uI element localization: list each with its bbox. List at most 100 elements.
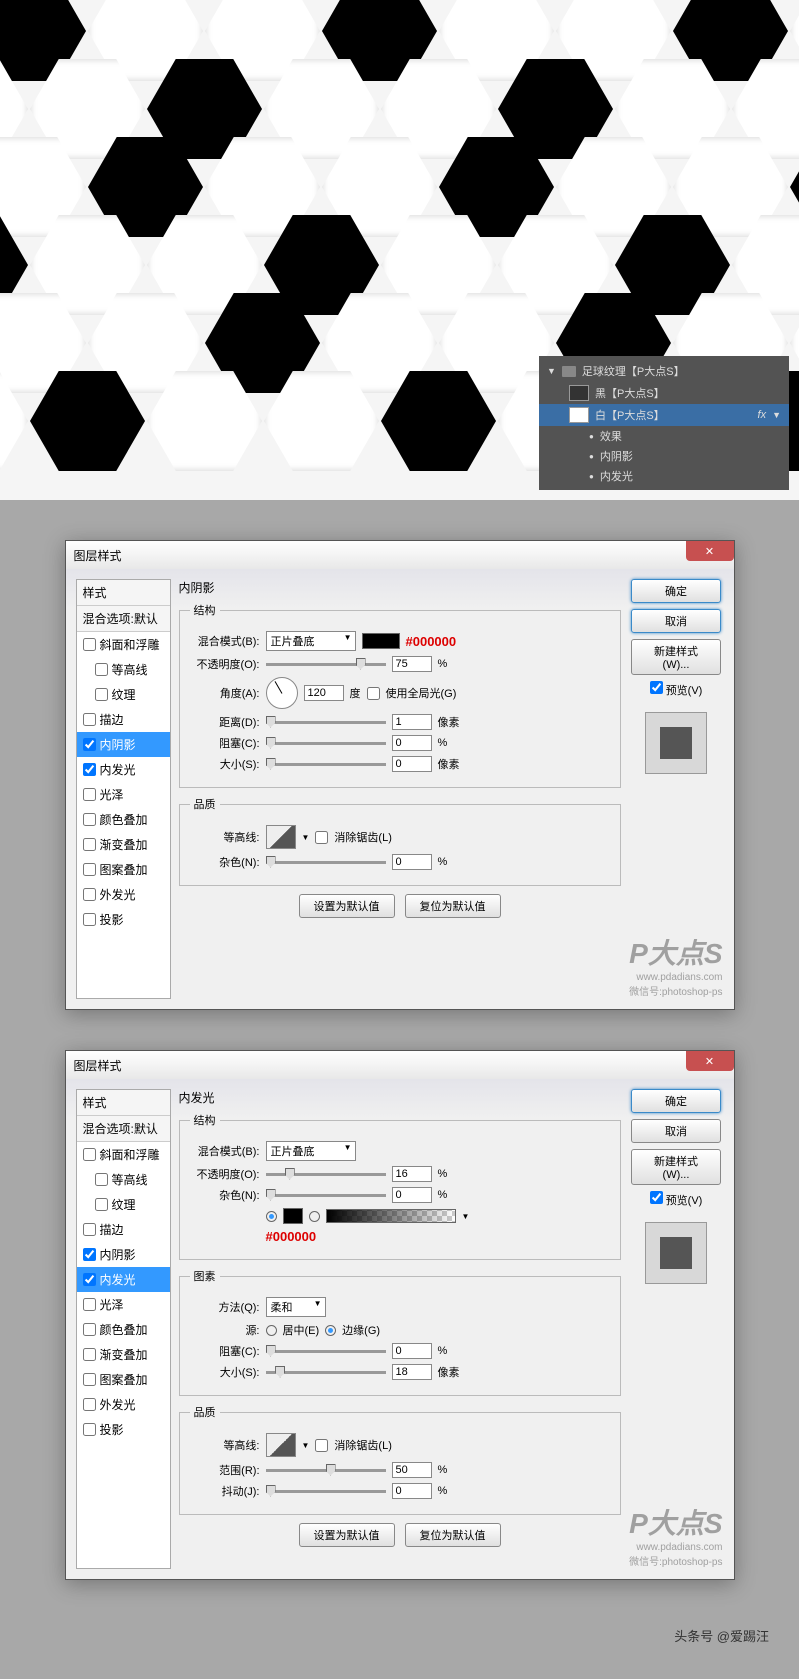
color-overlay-checkbox[interactable] bbox=[83, 813, 96, 826]
style-texture[interactable]: 纹理 bbox=[77, 682, 170, 707]
opacity-input[interactable]: 75 bbox=[392, 656, 432, 672]
ok-button[interactable]: 确定 bbox=[631, 1089, 721, 1113]
source-center-radio[interactable] bbox=[266, 1325, 277, 1336]
size-slider[interactable] bbox=[266, 1371, 386, 1374]
noise-input[interactable]: 0 bbox=[392, 854, 432, 870]
ok-button[interactable]: 确定 bbox=[631, 579, 721, 603]
style-inner-shadow[interactable]: 内阴影 bbox=[77, 1242, 170, 1267]
chevron-down-icon[interactable]: ▼ bbox=[302, 1441, 310, 1450]
style-inner-glow[interactable]: 内发光 bbox=[77, 1267, 170, 1292]
style-satin[interactable]: 光泽 bbox=[77, 1292, 170, 1317]
angle-dial[interactable] bbox=[266, 677, 298, 709]
gradient-overlay-checkbox[interactable] bbox=[83, 838, 96, 851]
style-bevel[interactable]: 斜面和浮雕 bbox=[77, 632, 170, 657]
noise-slider[interactable] bbox=[266, 1194, 386, 1197]
set-default-button[interactable]: 设置为默认值 bbox=[299, 1523, 395, 1547]
style-contour[interactable]: 等高线 bbox=[77, 1167, 170, 1192]
contour-checkbox[interactable] bbox=[95, 663, 108, 676]
blend-mode-dropdown[interactable]: 正片叠底 bbox=[266, 1141, 356, 1161]
range-slider[interactable] bbox=[266, 1469, 386, 1472]
pattern-overlay-checkbox[interactable] bbox=[83, 863, 96, 876]
size-slider[interactable] bbox=[266, 763, 386, 766]
preview-toggle[interactable]: 预览(V) bbox=[650, 681, 703, 698]
collapse-icon[interactable]: ▼ bbox=[547, 366, 556, 376]
gradient-picker[interactable] bbox=[326, 1209, 456, 1223]
new-style-button[interactable]: 新建样式(W)... bbox=[631, 1149, 721, 1185]
antialias-checkbox[interactable] bbox=[315, 831, 328, 844]
style-pattern-overlay[interactable]: 图案叠加 bbox=[77, 1367, 170, 1392]
effects-row[interactable]: 效果 bbox=[539, 426, 789, 446]
style-drop-shadow[interactable]: 投影 bbox=[77, 1417, 170, 1442]
choke-slider[interactable] bbox=[266, 1350, 386, 1353]
technique-dropdown[interactable]: 柔和 bbox=[266, 1297, 326, 1317]
style-outer-glow[interactable]: 外发光 bbox=[77, 1392, 170, 1417]
chevron-down-icon[interactable]: ▼ bbox=[462, 1212, 470, 1221]
size-input[interactable]: 0 bbox=[392, 756, 432, 772]
global-light-checkbox[interactable] bbox=[367, 687, 380, 700]
choke-slider[interactable] bbox=[266, 742, 386, 745]
size-input[interactable]: 18 bbox=[392, 1364, 432, 1380]
chevron-down-icon[interactable]: ▼ bbox=[302, 833, 310, 842]
layer-black[interactable]: 黑【P大点S】 bbox=[539, 382, 789, 404]
glow-color-swatch[interactable] bbox=[283, 1208, 303, 1224]
drop-shadow-checkbox[interactable] bbox=[83, 913, 96, 926]
reset-default-button[interactable]: 复位为默认值 bbox=[405, 1523, 501, 1547]
close-button[interactable]: ✕ bbox=[686, 541, 734, 561]
satin-checkbox[interactable] bbox=[83, 788, 96, 801]
effect-inner-shadow[interactable]: 内阴影 bbox=[539, 446, 789, 466]
style-color-overlay[interactable]: 颜色叠加 bbox=[77, 1317, 170, 1342]
style-inner-glow[interactable]: 内发光 bbox=[77, 757, 170, 782]
inner-glow-checkbox[interactable] bbox=[83, 763, 96, 776]
style-bevel[interactable]: 斜面和浮雕 bbox=[77, 1142, 170, 1167]
style-stroke[interactable]: 描边 bbox=[77, 1217, 170, 1242]
bevel-checkbox[interactable] bbox=[83, 638, 96, 651]
color-swatch[interactable] bbox=[362, 633, 400, 649]
distance-input[interactable]: 1 bbox=[392, 714, 432, 730]
style-contour[interactable]: 等高线 bbox=[77, 657, 170, 682]
opacity-slider[interactable] bbox=[266, 1173, 386, 1176]
style-outer-glow[interactable]: 外发光 bbox=[77, 882, 170, 907]
noise-slider[interactable] bbox=[266, 861, 386, 864]
cancel-button[interactable]: 取消 bbox=[631, 1119, 721, 1143]
opacity-slider[interactable] bbox=[266, 663, 386, 666]
titlebar[interactable]: 图层样式 ✕ bbox=[66, 1051, 734, 1079]
style-color-overlay[interactable]: 颜色叠加 bbox=[77, 807, 170, 832]
opacity-input[interactable]: 16 bbox=[392, 1166, 432, 1182]
choke-input[interactable]: 0 bbox=[392, 1343, 432, 1359]
titlebar[interactable]: 图层样式 ✕ bbox=[66, 541, 734, 569]
jitter-input[interactable]: 0 bbox=[392, 1483, 432, 1499]
range-input[interactable]: 50 bbox=[392, 1462, 432, 1478]
style-gradient-overlay[interactable]: 渐变叠加 bbox=[77, 832, 170, 857]
gradient-radio[interactable] bbox=[309, 1211, 320, 1222]
cancel-button[interactable]: 取消 bbox=[631, 609, 721, 633]
distance-slider[interactable] bbox=[266, 721, 386, 724]
texture-checkbox[interactable] bbox=[95, 688, 108, 701]
layer-group[interactable]: ▼ 足球纹理【P大点S】 bbox=[539, 360, 789, 382]
noise-input[interactable]: 0 bbox=[392, 1187, 432, 1203]
color-radio[interactable] bbox=[266, 1211, 277, 1222]
source-edge-radio[interactable] bbox=[325, 1325, 336, 1336]
stroke-checkbox[interactable] bbox=[83, 713, 96, 726]
style-satin[interactable]: 光泽 bbox=[77, 782, 170, 807]
blend-options[interactable]: 混合选项:默认 bbox=[77, 1116, 170, 1142]
blend-options[interactable]: 混合选项:默认 bbox=[77, 606, 170, 632]
choke-input[interactable]: 0 bbox=[392, 735, 432, 751]
contour-picker[interactable] bbox=[266, 1433, 296, 1457]
collapse-icon[interactable]: ▼ bbox=[772, 410, 781, 420]
layer-white[interactable]: 白【P大点S】 fx ▼ bbox=[539, 404, 789, 426]
set-default-button[interactable]: 设置为默认值 bbox=[299, 894, 395, 918]
style-pattern-overlay[interactable]: 图案叠加 bbox=[77, 857, 170, 882]
jitter-slider[interactable] bbox=[266, 1490, 386, 1493]
preview-toggle[interactable]: 预览(V) bbox=[650, 1191, 703, 1208]
inner-shadow-checkbox[interactable] bbox=[83, 738, 96, 751]
antialias-checkbox[interactable] bbox=[315, 1439, 328, 1452]
close-button[interactable]: ✕ bbox=[686, 1051, 734, 1071]
new-style-button[interactable]: 新建样式(W)... bbox=[631, 639, 721, 675]
contour-picker[interactable] bbox=[266, 825, 296, 849]
reset-default-button[interactable]: 复位为默认值 bbox=[405, 894, 501, 918]
style-gradient-overlay[interactable]: 渐变叠加 bbox=[77, 1342, 170, 1367]
style-drop-shadow[interactable]: 投影 bbox=[77, 907, 170, 932]
blend-mode-dropdown[interactable]: 正片叠底 bbox=[266, 631, 356, 651]
effect-inner-glow[interactable]: 内发光 bbox=[539, 466, 789, 486]
outer-glow-checkbox[interactable] bbox=[83, 888, 96, 901]
